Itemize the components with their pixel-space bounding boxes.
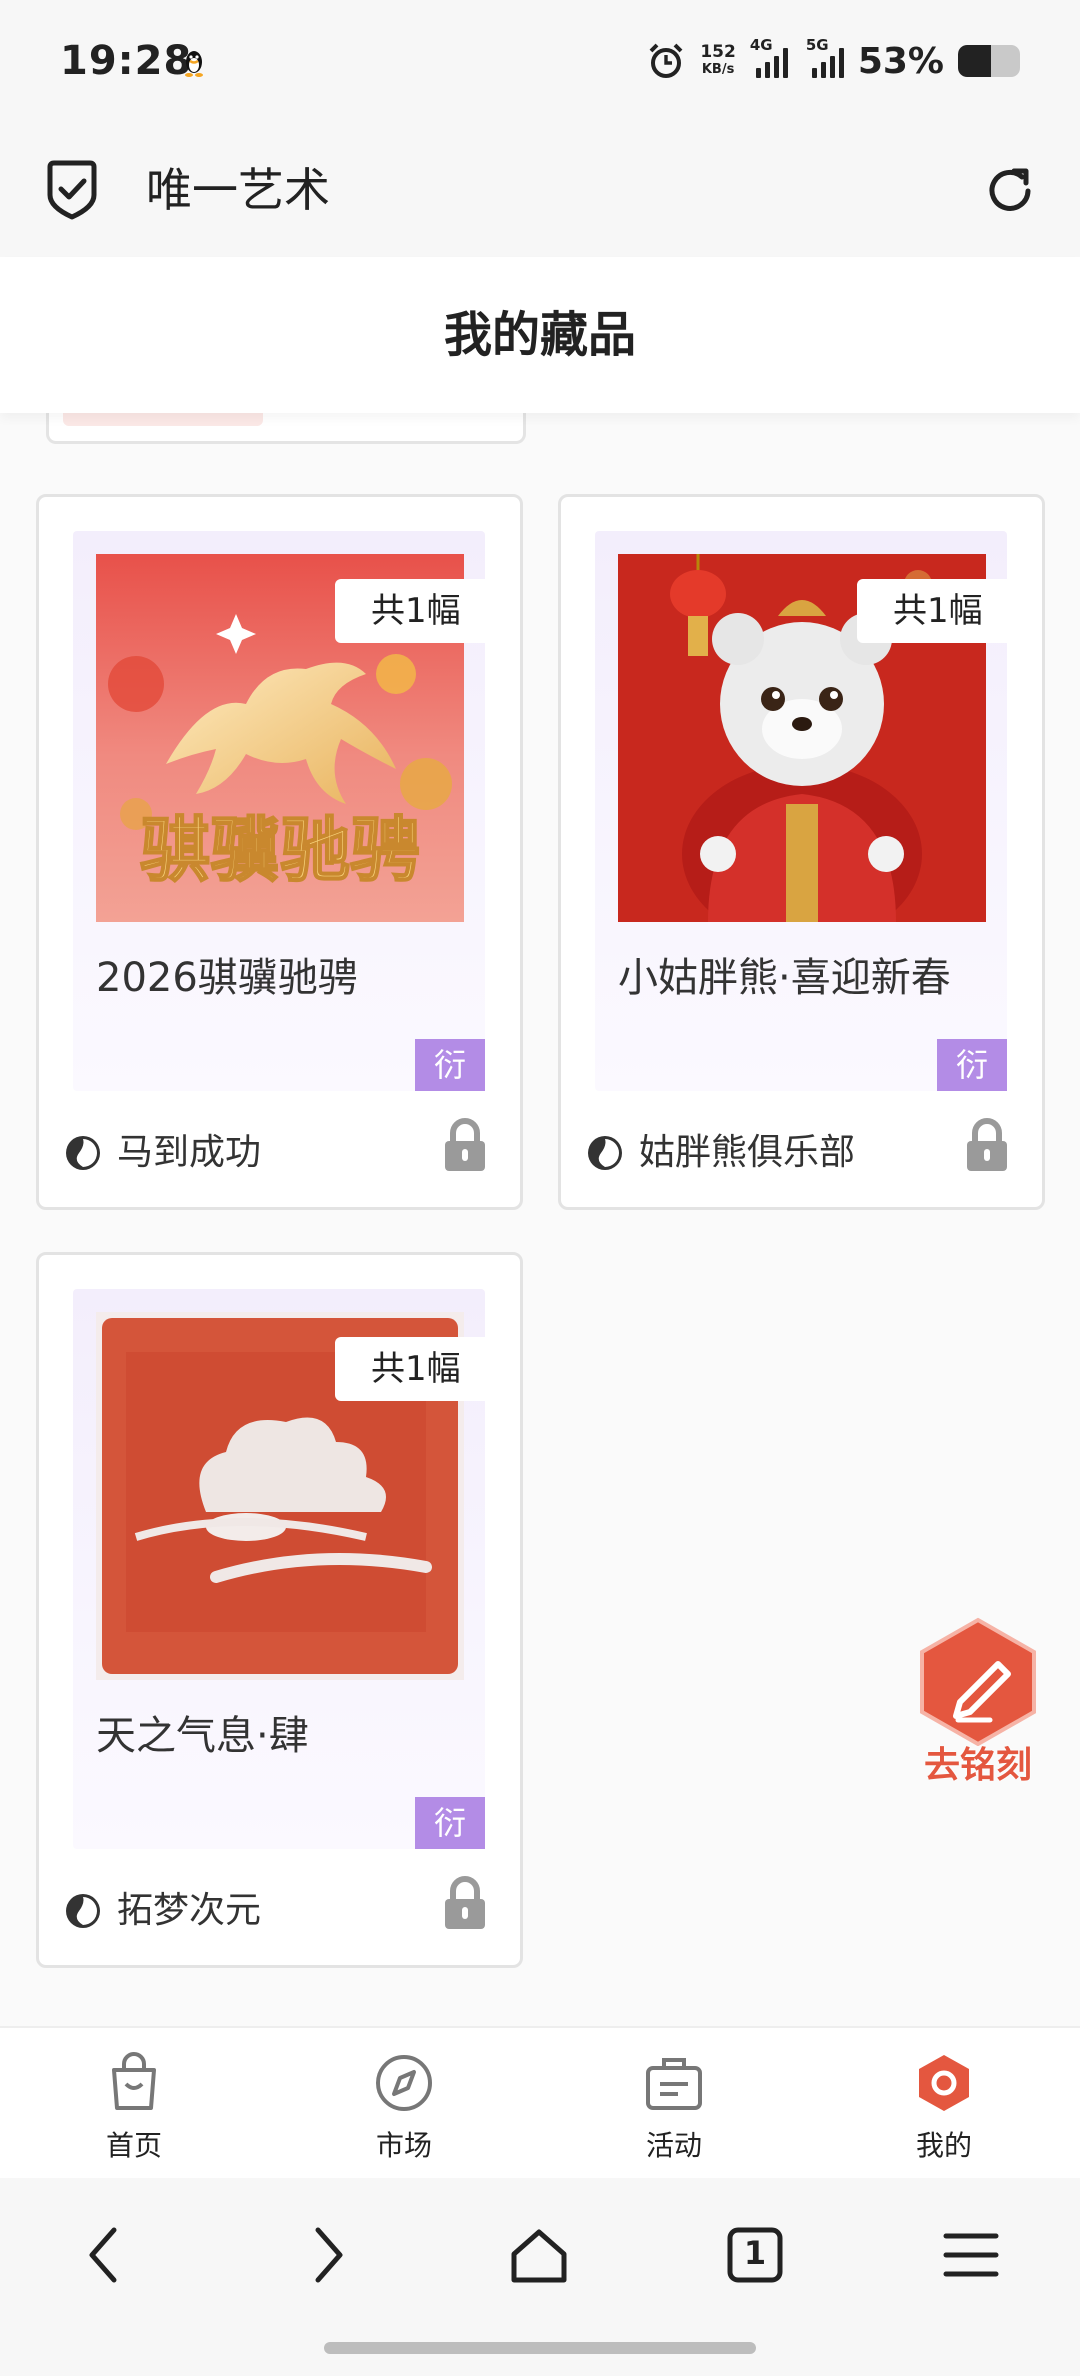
tabs-icon[interactable]: 1: [720, 2220, 790, 2290]
derivative-tag: 衍: [937, 1039, 1007, 1091]
engrave-label: 去铭刻: [923, 1745, 1032, 1786]
tab-market[interactable]: 市场: [314, 2028, 494, 2180]
battery-icon: [958, 45, 1020, 77]
creator-name: 马到成功: [117, 1132, 262, 1173]
page-title-bar: 我的藏品: [0, 257, 1080, 413]
count-badge: 共1幅: [857, 579, 1033, 643]
signal-5g-icon: 5G: [806, 36, 844, 78]
artwork-calligraphy: 骐骥驰骋: [140, 808, 420, 891]
lock-icon: [445, 1876, 485, 1929]
creator-name: 拓梦次元: [117, 1890, 262, 1931]
alarm-icon: [649, 43, 683, 78]
lock-icon: [445, 1118, 485, 1171]
status-bar: 19:28 152 KB/s 4G 5G 53%: [0, 0, 1080, 125]
count-badge: 共1幅: [335, 579, 511, 643]
creator-avatar-icon: [588, 1136, 622, 1170]
home-icon[interactable]: [504, 2220, 574, 2290]
compass-icon: [376, 2055, 432, 2111]
status-time: 19:28: [60, 38, 193, 84]
artwork-name: 2026骐骥驰骋: [96, 955, 358, 1001]
tab-label: 首页: [105, 2129, 162, 2162]
creator-name: 姑胖熊俱乐部: [639, 1132, 856, 1173]
forward-icon[interactable]: [290, 2220, 360, 2290]
refresh-icon[interactable]: [980, 161, 1040, 221]
page-title: 我的藏品: [443, 307, 636, 363]
derivative-tag: 衍: [415, 1039, 485, 1091]
engrave-button[interactable]: 去铭刻: [910, 1616, 1046, 1786]
shopping-bag-icon: [112, 2052, 156, 2110]
tab-home[interactable]: 首页: [44, 2028, 224, 2180]
home-indicator[interactable]: [324, 2342, 756, 2354]
qq-penguin-icon: [185, 51, 203, 77]
tab-count: 1: [743, 2234, 767, 2272]
profile-hex-icon: [919, 2055, 969, 2111]
network-speed: 152 KB/s: [700, 42, 736, 77]
app-name: 唯一艺术: [146, 163, 330, 217]
status-right: 152 KB/s 4G 5G 53%: [646, 36, 1020, 86]
artwork-name: 天之气息·肆: [96, 1713, 309, 1759]
derivative-tag: 衍: [415, 1797, 485, 1849]
pen-icon: [920, 1617, 1036, 1747]
creator-avatar-icon: [66, 1894, 100, 1928]
signal-4g-icon: 4G: [750, 36, 788, 78]
bottom-tab-bar: 首页 市场 活动 我的: [0, 2026, 1080, 2178]
count-badge: 共1幅: [335, 1337, 511, 1401]
lock-icon: [967, 1118, 1007, 1171]
collection-card[interactable]: 骐骥驰骋 共1幅 2026骐骥驰骋 衍 马到成功: [36, 494, 523, 1210]
tab-label: 我的: [915, 2129, 972, 2162]
shield-check-icon[interactable]: [44, 159, 100, 221]
creator-avatar-icon: [66, 1136, 100, 1170]
collection-card[interactable]: 共1幅 小姑胖熊·喜迎新春 衍 姑胖熊俱乐部: [558, 494, 1045, 1210]
tab-mine[interactable]: 我的: [854, 2028, 1034, 2180]
tab-activity[interactable]: 活动: [584, 2028, 764, 2180]
artwork-name: 小姑胖熊·喜迎新春: [618, 955, 951, 1001]
menu-icon[interactable]: [936, 2220, 1006, 2290]
back-icon[interactable]: [72, 2220, 142, 2290]
briefcase-icon: [646, 2058, 702, 2110]
battery-percent: 53%: [857, 40, 944, 82]
tab-label: 市场: [375, 2129, 432, 2162]
tab-label: 活动: [645, 2129, 702, 2162]
app-header: 唯一艺术: [0, 125, 1080, 257]
collection-card[interactable]: 共1幅 天之气息·肆 衍 拓梦次元: [36, 1252, 523, 1968]
